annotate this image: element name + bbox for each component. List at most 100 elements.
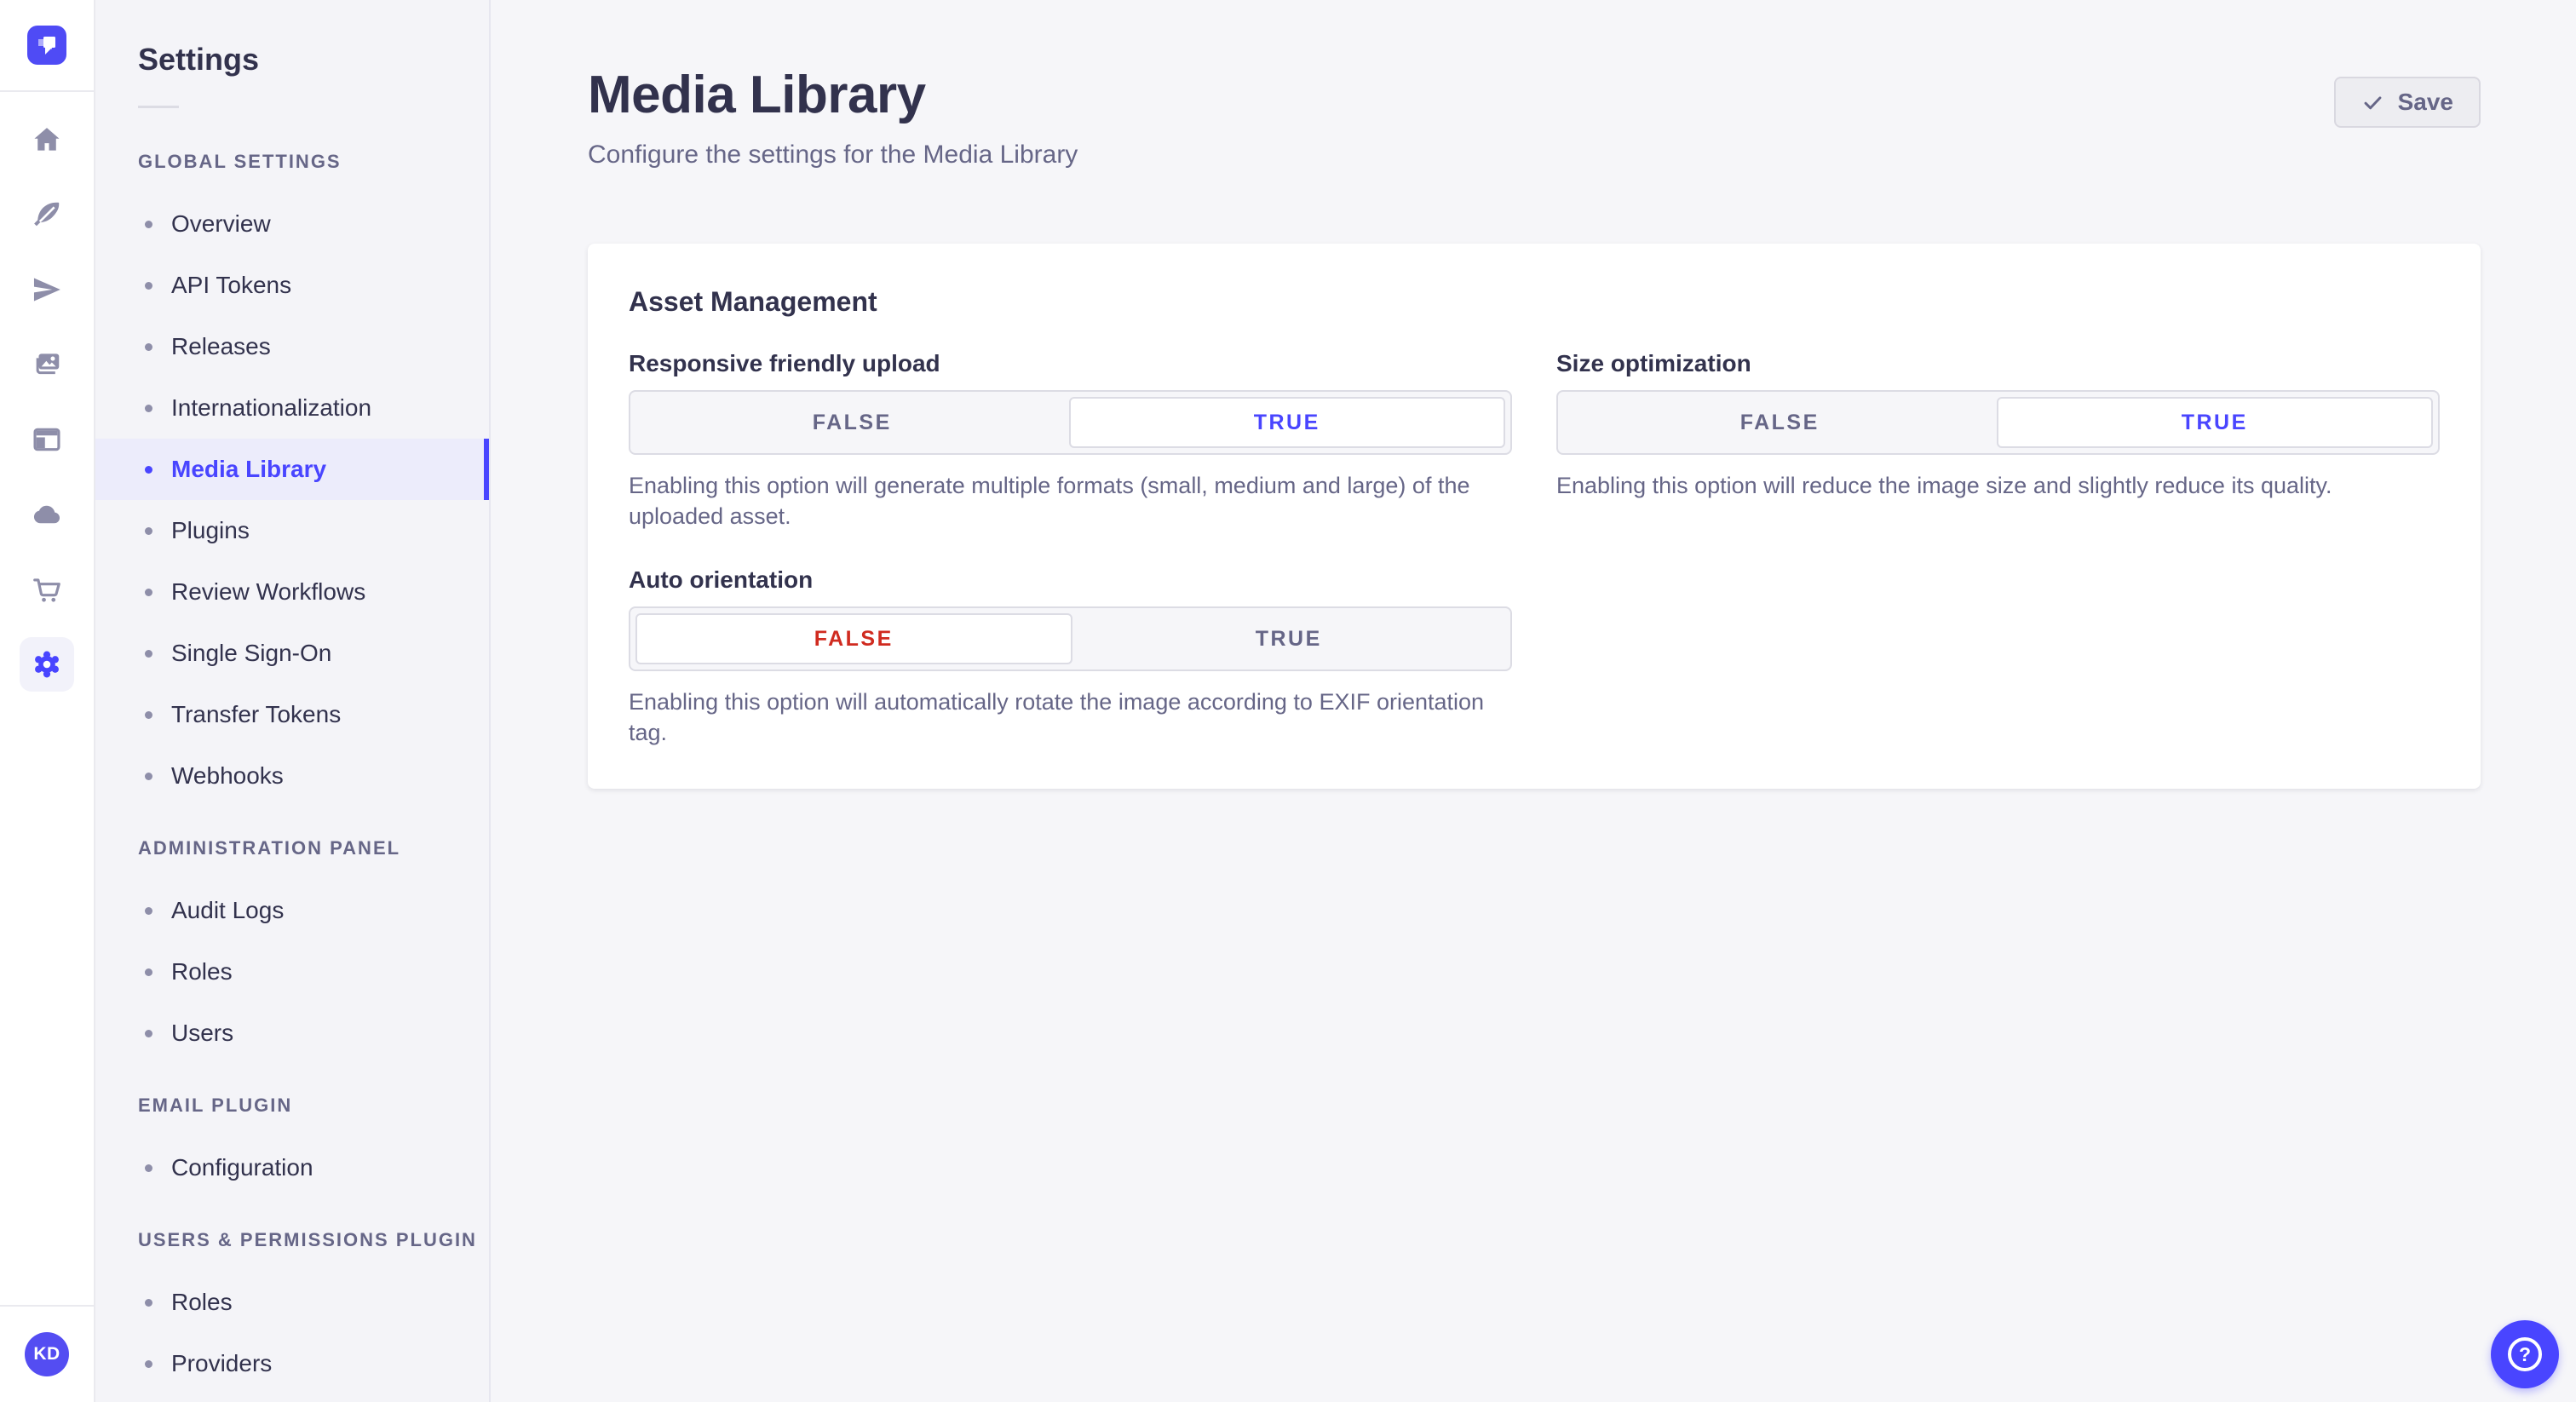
nav-media-button[interactable] [20, 337, 74, 392]
sidebar-item-providers[interactable]: Providers [95, 1333, 489, 1394]
sidebar-item-users[interactable]: Users [95, 1003, 489, 1064]
user-avatar[interactable]: KD [25, 1332, 69, 1376]
layout-icon [33, 428, 60, 451]
nav-marketplace-button[interactable] [20, 562, 74, 617]
sidebar-section-label: ADMINISTRATION PANEL [138, 837, 401, 859]
sidebar-item-configuration[interactable]: Configuration [95, 1137, 489, 1198]
sidebar-item-overview[interactable]: Overview [95, 193, 489, 255]
save-button[interactable]: Save [2333, 77, 2481, 128]
logo-cell [0, 0, 94, 92]
sidebar-item-label: Roles [171, 1289, 233, 1315]
toggle-option-false[interactable]: FALSE [635, 613, 1072, 664]
icon-rail: KD [0, 0, 95, 1402]
sidebar-item-label: API Tokens [171, 272, 292, 298]
strapi-logo-icon [38, 37, 55, 55]
field-label: Auto orientation [629, 566, 814, 593]
sidebar-section-global-settings: GLOBAL SETTINGS Overview API Tokens Release… [95, 151, 489, 807]
nav-deploy-button[interactable] [20, 487, 74, 542]
toggle-option-false[interactable]: FALSE [1563, 397, 1997, 448]
sidebar-item-roles[interactable]: Roles [95, 941, 489, 1003]
bullet-icon [145, 772, 152, 780]
sidebar-sections: GLOBAL SETTINGS Overview API Tokens Release… [95, 151, 489, 1394]
responsive-friendly-upload-toggle: FALSE TRUE [629, 390, 1512, 455]
sidebar-item-label: Media Library [171, 456, 327, 482]
media-pictures-icon [36, 353, 60, 375]
sidebar-item-label: Webhooks [171, 762, 284, 789]
bullet-icon [145, 465, 152, 474]
sidebar-item-label: Releases [171, 333, 271, 359]
field-hint: Enabling this option will reduce the ima… [1556, 473, 2332, 498]
sidebar-item-single-sign-on[interactable]: Single Sign-On [95, 623, 489, 684]
sidebar-section-label: USERS & PERMISSIONS PLUGIN [138, 1229, 477, 1250]
sidebar-item-webhooks[interactable]: Webhooks [95, 745, 489, 807]
sidebar-item-releases[interactable]: Releases [95, 316, 489, 377]
settings-gear-icon [35, 651, 59, 678]
sidebar-item-label: Overview [171, 210, 271, 237]
user-initials: KD [33, 1344, 60, 1364]
size-optimization-toggle: FALSE TRUE [1556, 390, 2440, 455]
bullet-icon [145, 1164, 152, 1172]
bullet-icon [145, 968, 152, 976]
toggle-option-false[interactable]: FALSE [635, 397, 1069, 448]
settings-sidebar: Settings GLOBAL SETTINGS Overview API Toke… [95, 0, 491, 1402]
sidebar-item-internationalization[interactable]: Internationalization [95, 377, 489, 439]
settings-grid: Responsive friendly upload FALSE TRUE En… [629, 349, 2440, 748]
sidebar-item-label: Plugins [171, 517, 250, 543]
field-hint: Enabling this option will automatically … [629, 689, 1485, 745]
sidebar-item-label: Users [171, 1020, 234, 1046]
sidebar-item-label: Configuration [171, 1154, 313, 1181]
sidebar-item-api-tokens[interactable]: API Tokens [95, 255, 489, 316]
sidebar-item-roles[interactable]: Roles [95, 1272, 489, 1333]
sidebar-section-label: EMAIL PLUGIN [138, 1095, 293, 1116]
bullet-icon [145, 1298, 152, 1307]
bullet-icon [145, 342, 152, 351]
nav-home-button[interactable] [20, 112, 74, 167]
page-header: Media Library Configure the settings for… [588, 0, 2481, 172]
sidebar-section-email-plugin: EMAIL PLUGIN Configuration [95, 1095, 489, 1198]
nav-content-button[interactable] [20, 187, 74, 242]
bullet-icon [145, 404, 152, 412]
bullet-icon [145, 1359, 152, 1368]
sidebar-item-list: Roles Providers [95, 1272, 489, 1394]
field-size-optimization: Size optimization FALSE TRUE Enabling th… [1556, 349, 2440, 531]
save-button-label: Save [2397, 89, 2453, 115]
sidebar-item-audit-logs[interactable]: Audit Logs [95, 880, 489, 941]
sidebar-item-list: Overview API Tokens Releases Internationali… [95, 193, 489, 807]
bullet-icon [145, 906, 152, 915]
sidebar-item-media-library[interactable]: Media Library [95, 439, 489, 500]
toggle-option-true[interactable]: TRUE [1068, 397, 1505, 448]
rail-nav [20, 92, 74, 692]
auto-orientation-toggle: FALSE TRUE [629, 606, 1512, 671]
asset-management-card: Asset Management Responsive friendly upl… [588, 244, 2481, 789]
sidebar-item-transfer-tokens[interactable]: Transfer Tokens [95, 684, 489, 745]
cart-icon [33, 578, 60, 602]
toggle-option-true[interactable]: TRUE [1072, 613, 1506, 664]
toggle-option-true[interactable]: TRUE [1996, 397, 2433, 448]
page-header-text: Media Library Configure the settings for… [588, 65, 1078, 172]
sidebar-title: Settings [138, 42, 260, 77]
sidebar-item-review-workflows[interactable]: Review Workflows [95, 561, 489, 623]
feather-icon [34, 202, 60, 227]
sidebar-section-label: GLOBAL SETTINGS [138, 151, 342, 172]
sidebar-item-list: Audit Logs Roles Users [95, 880, 489, 1064]
nav-content-type-builder-button[interactable] [20, 412, 74, 467]
page-subtitle: Configure the settings for the Media Lib… [588, 141, 1078, 169]
nav-settings-button[interactable] [20, 637, 74, 692]
home-icon [34, 128, 60, 151]
page-title: Media Library [588, 66, 926, 124]
sidebar-title-divider [138, 106, 179, 108]
cloud-icon [33, 505, 60, 524]
bullet-icon [145, 1029, 152, 1037]
sidebar-item-plugins[interactable]: Plugins [95, 500, 489, 561]
sidebar-item-label: Audit Logs [171, 897, 285, 923]
help-fab[interactable]: ? [2491, 1320, 2559, 1388]
sidebar-item-label: Transfer Tokens [171, 701, 342, 727]
strapi-logo[interactable] [27, 26, 66, 65]
check-icon [2364, 95, 2381, 109]
rail-footer: KD [0, 1305, 94, 1402]
field-label: Size optimization [1556, 350, 1751, 376]
nav-releases-button[interactable] [20, 262, 74, 317]
bullet-icon [145, 220, 152, 228]
bullet-icon [145, 649, 152, 658]
field-hint: Enabling this option will generate multi… [629, 473, 1470, 529]
